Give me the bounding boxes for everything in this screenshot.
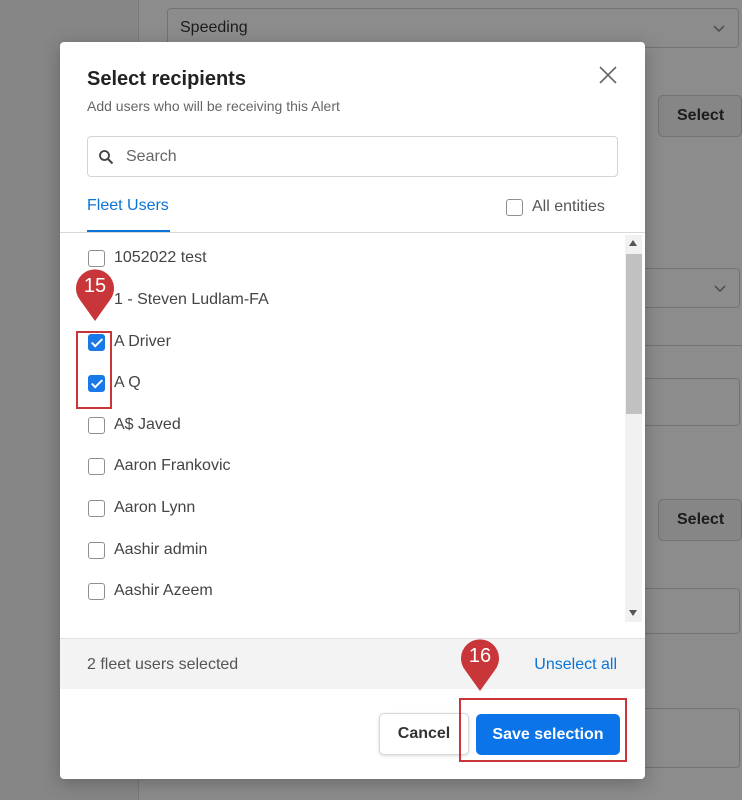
user-name: 1052022 test	[114, 249, 207, 266]
scroll-down-arrow-icon[interactable]	[629, 610, 637, 616]
all-entities-checkbox[interactable]	[506, 198, 523, 216]
user-name: Aaron Frankovic	[114, 457, 231, 474]
user-checkbox[interactable]	[88, 499, 105, 517]
all-entities-label: All entities	[532, 198, 605, 215]
user-list: 1052022 test 1 - Steven Ludlam-FA A Driv…	[60, 233, 645, 637]
user-name: A$ Javed	[114, 416, 181, 433]
search-icon	[99, 150, 114, 165]
dialog-title: Select recipients	[87, 68, 246, 90]
user-checkbox[interactable]	[88, 541, 105, 559]
all-entities-toggle[interactable]: All entities	[506, 198, 605, 216]
dialog-subtitle: Add users who will be receiving this Ale…	[87, 98, 340, 114]
user-checkbox[interactable]	[88, 416, 105, 434]
tab-fleet-users[interactable]: Fleet Users	[87, 197, 169, 233]
annotation-checkbox-highlight	[76, 331, 112, 409]
unselect-all-link[interactable]: Unselect all	[534, 656, 617, 674]
list-scrollbar[interactable]	[625, 235, 642, 622]
list-item[interactable]: Aaron Frankovic	[88, 454, 231, 478]
close-icon[interactable]	[597, 64, 619, 86]
search-input[interactable]	[126, 137, 606, 176]
user-checkbox[interactable]	[88, 457, 105, 475]
annotation-pin-16: 16	[459, 636, 501, 692]
selected-count: 2 fleet users selected	[87, 656, 239, 673]
user-checkbox[interactable]	[88, 249, 105, 267]
annotation-step-number: 16	[468, 645, 492, 667]
scrollbar-thumb[interactable]	[626, 254, 642, 414]
list-item[interactable]: Aashir Azeem	[88, 579, 213, 603]
user-name: A Q	[114, 374, 141, 391]
search-field	[87, 136, 618, 177]
user-name: 1 - Steven Ludlam-FA	[114, 291, 269, 308]
user-name: Aaron Lynn	[114, 499, 196, 516]
cancel-button[interactable]: Cancel	[379, 713, 469, 755]
list-item[interactable]: A$ Javed	[88, 413, 181, 437]
user-checkbox[interactable]	[88, 582, 105, 600]
scroll-up-arrow-icon[interactable]	[629, 240, 637, 246]
user-name: Aashir admin	[114, 541, 208, 558]
annotation-save-highlight	[459, 698, 627, 762]
select-recipients-dialog: Select recipients Add users who will be …	[60, 42, 645, 779]
user-name: Aashir Azeem	[114, 582, 213, 599]
list-item[interactable]: Aaron Lynn	[88, 496, 195, 520]
annotation-step-number: 15	[83, 275, 107, 297]
annotation-pin-15: 15	[74, 266, 116, 322]
selection-summary-bar: 2 fleet users selected Unselect all	[60, 638, 645, 689]
user-name: A Driver	[114, 333, 171, 350]
list-item[interactable]: Aashir admin	[88, 538, 207, 562]
